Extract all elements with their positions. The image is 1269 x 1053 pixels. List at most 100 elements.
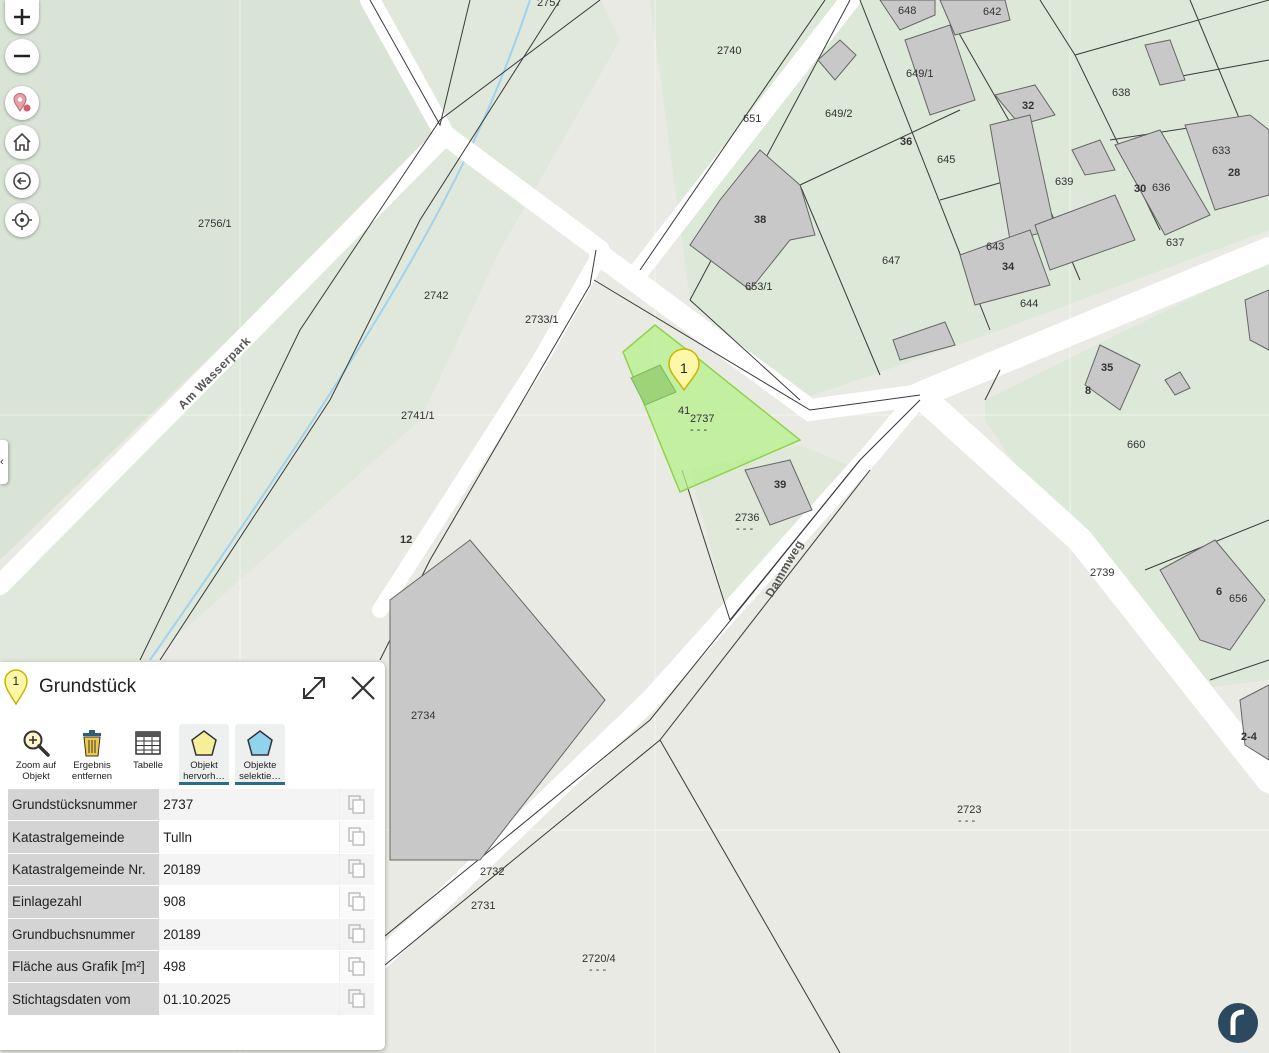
expand-button[interactable] (300, 674, 328, 702)
copy-icon (348, 956, 365, 976)
panel-header: 1 Grundstück (0, 662, 385, 712)
copy-icon (348, 859, 365, 879)
crosshair-icon (12, 210, 32, 230)
back-arrow-icon (13, 172, 31, 190)
parcel-label: 2757 (537, 0, 561, 9)
parcel-label: 2742 (424, 290, 448, 302)
attribute-key: Einlagezahl (8, 885, 160, 919)
parcel-label: 636 (1152, 182, 1170, 194)
parcel-suffix: - - - (690, 424, 707, 436)
panel-title: Grundstück (39, 676, 137, 697)
attribute-value: 2737 (159, 789, 340, 822)
attribute-key: Fläche aus Grafik [m²] (8, 950, 160, 984)
attribute-row: Fläche aus Grafik [m²] 498 (8, 950, 374, 984)
tool-label: Ergebnis entfernen (71, 760, 113, 782)
close-icon (351, 676, 375, 700)
copy-button[interactable] (339, 820, 374, 854)
house-number: 35 (1101, 362, 1113, 374)
house-number: 2-4 (1241, 731, 1258, 743)
parcel-suffix: - - - (736, 523, 753, 535)
attribute-value: 01.10.2025 (159, 982, 340, 1016)
parcel-label: 2740 (717, 45, 741, 57)
house-number: 8 (1085, 385, 1091, 397)
highlight-object-button[interactable]: Objekt hervorh… (179, 724, 229, 785)
attribute-value: 20189 (159, 853, 340, 887)
zoom-to-object-button[interactable]: Zoom auf Objekt (8, 724, 64, 786)
attribute-row: Grundstücksnummer 2737 (8, 789, 374, 822)
parcel-label: 638 (1112, 87, 1130, 99)
location-pin-icon (13, 93, 31, 112)
parcel-label: 2741/1 (401, 410, 435, 422)
parcel-label: 2731 (471, 900, 495, 912)
copy-button[interactable] (339, 918, 374, 951)
svg-text:1: 1 (13, 674, 20, 688)
parcel-label: 639 (1055, 176, 1073, 188)
trash-icon (83, 730, 101, 757)
copy-button[interactable] (339, 885, 374, 919)
expand-icon (303, 677, 325, 699)
back-button[interactable] (5, 164, 39, 198)
home-icon (13, 132, 31, 151)
house-number: 28 (1228, 167, 1240, 179)
remove-result-button[interactable]: Ergebnis entfernen (64, 724, 120, 786)
copy-icon (348, 892, 365, 911)
parcel-suffix: - - - (958, 815, 975, 827)
location-pin-button[interactable] (5, 86, 39, 120)
parcel-label: 647 (882, 255, 900, 267)
parcel-label: 12 (400, 534, 412, 546)
attribute-row: Katastralgemeinde Nr. 20189 (8, 853, 374, 887)
copy-button[interactable] (339, 982, 374, 1016)
copy-button[interactable] (339, 853, 374, 887)
close-button[interactable] (349, 674, 377, 702)
parcel-label: 2734 (411, 710, 435, 722)
parcel-label: 2732 (480, 866, 504, 878)
attribute-value: Tulln (159, 820, 340, 854)
parcel-label: 637 (1166, 237, 1184, 249)
table-icon (135, 731, 161, 755)
parcel-label: 643 (986, 241, 1004, 253)
house-number: 34 (1002, 261, 1015, 273)
tool-label: Tabelle (132, 760, 164, 771)
copy-icon (348, 989, 365, 1008)
copy-button[interactable] (339, 789, 374, 822)
tool-label: Zoom auf Objekt (15, 760, 57, 782)
svg-text:1: 1 (680, 360, 688, 376)
select-polygon-icon (247, 730, 273, 756)
minus-icon (14, 54, 30, 58)
parcel-label: 651 (743, 113, 761, 125)
parcel-label: 656 (1229, 593, 1247, 605)
panel-toolbar: Zoom auf Objekt Ergebnis entfernen Tabel… (8, 724, 288, 788)
table-button[interactable]: Tabelle (120, 724, 176, 786)
parcel-label: 649/2 (825, 108, 853, 120)
select-objects-button[interactable]: Objekte selektie… (235, 724, 285, 785)
result-pin-icon: 1 (4, 669, 28, 706)
copy-icon (348, 924, 365, 943)
parcel-label: 642 (983, 6, 1001, 18)
zoom-in-icon (23, 730, 50, 757)
result-panel: 1 Grundstück Zoom auf Objekt Ergebnis en… (0, 662, 385, 1050)
parcel-label: 633 (1212, 145, 1230, 157)
copy-button[interactable] (339, 950, 374, 984)
house-number: 36 (900, 136, 912, 148)
attribute-row: Katastralgemeinde Tulln (8, 820, 374, 854)
parcel-label: 660 (1127, 439, 1145, 451)
home-button[interactable] (5, 125, 39, 159)
chevron-left-icon: ‹ (0, 456, 4, 468)
parcel-label: 644 (1020, 298, 1038, 310)
house-number: 30 (1134, 183, 1146, 195)
house-number: 6 (1216, 586, 1222, 598)
zoom-out-button[interactable] (5, 39, 39, 73)
plus-icon (14, 9, 30, 25)
highlight-polygon-icon (191, 730, 217, 756)
copy-icon (348, 827, 365, 846)
locate-button[interactable] (5, 203, 39, 237)
attribute-key: Grundbuchsnummer (8, 918, 160, 951)
zoom-in-button[interactable] (5, 0, 39, 34)
attribute-row: Stichtagsdaten vom 01.10.2025 (8, 982, 374, 1016)
attribute-key: Grundstücksnummer (8, 789, 160, 822)
parcel-label: 2733/1 (525, 314, 559, 326)
attribute-row: Einlagezahl 908 (8, 885, 374, 919)
attribute-key: Katastralgemeinde (8, 820, 160, 854)
tool-label: Objekt hervorh… (183, 760, 225, 782)
sidebar-toggle[interactable]: ‹ (0, 440, 8, 484)
